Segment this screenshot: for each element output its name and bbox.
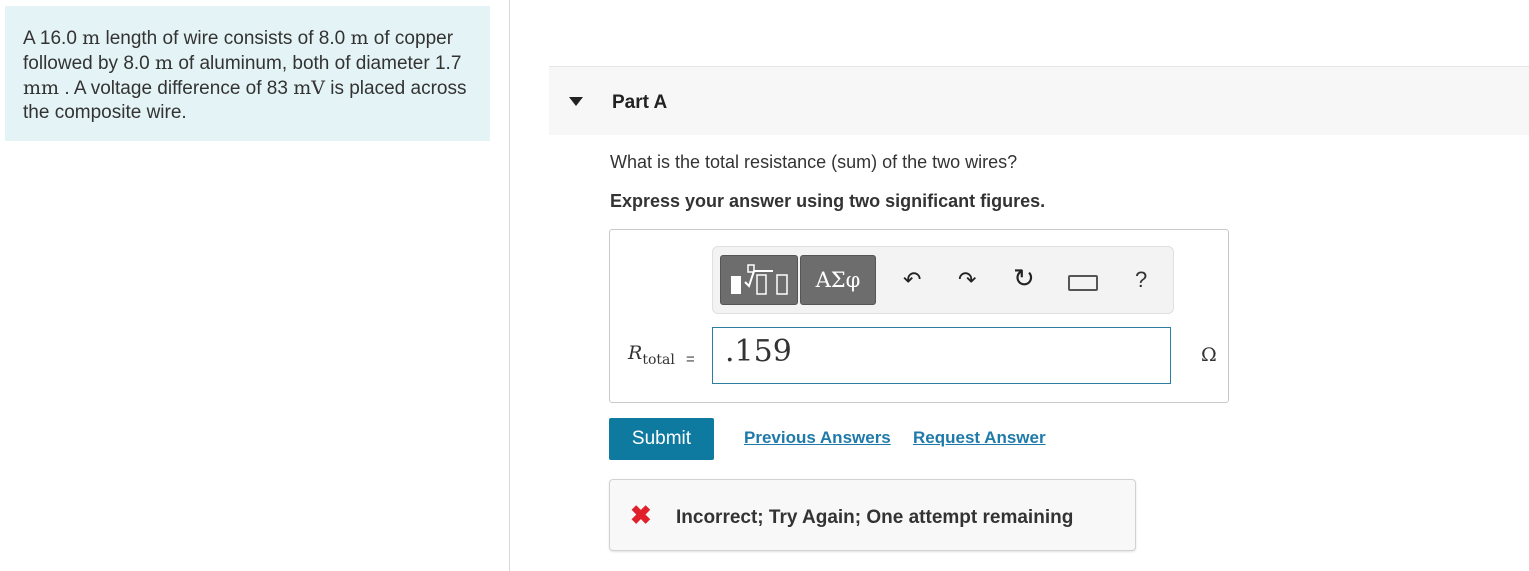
feedback-text: Incorrect; Try Again; One attempt remain… (676, 507, 1074, 528)
request-answer-link[interactable]: Request Answer (913, 428, 1046, 448)
unit-mv: mV (293, 77, 325, 99)
question-text: What is the total resistance (sum) of th… (610, 152, 1018, 172)
problem-text: of aluminum, both of diameter 1.7 (173, 53, 462, 74)
unit-m: m (155, 52, 174, 74)
incorrect-icon: ✖ (630, 500, 652, 530)
templates-button[interactable] (720, 255, 798, 305)
variable-label: Rtotal (628, 342, 675, 368)
problem-text: . A voltage difference of 83 (59, 78, 294, 99)
unit-m: m (350, 27, 369, 49)
part-a-header[interactable]: Part A (549, 66, 1529, 135)
answer-panel: ΑΣφ ↶ ↷ ↻ ? Rtotal = .159 Ω (609, 229, 1229, 403)
part-title: Part A (612, 92, 668, 113)
submit-button[interactable]: Submit (609, 418, 714, 460)
problem-text: A 16.0 (23, 28, 83, 49)
feedback-box: ✖ Incorrect; Try Again; One attempt rema… (609, 479, 1136, 551)
answer-input[interactable]: .159 (712, 327, 1171, 384)
help-icon[interactable]: ? (1135, 265, 1147, 295)
unit-mm: mm (23, 77, 60, 99)
variable-subscript: total (642, 351, 675, 368)
equals-sign: = (686, 351, 695, 368)
collapse-caret-icon[interactable] (569, 97, 583, 106)
unit-label: Ω (1201, 344, 1217, 366)
problem-text: length of wire consists of 8.0 (100, 28, 351, 49)
previous-answers-link[interactable]: Previous Answers (744, 428, 891, 448)
variable-symbol: R (628, 342, 643, 364)
symbols-button[interactable]: ΑΣφ (800, 255, 876, 305)
unit-m: m (82, 27, 101, 49)
redo-icon[interactable]: ↷ (958, 265, 976, 295)
templates-icon (731, 264, 788, 295)
reset-icon[interactable]: ↻ (1013, 263, 1035, 293)
math-toolbar: ΑΣφ ↶ ↷ ↻ ? (712, 246, 1174, 314)
instruction-text: Express your answer using two significan… (610, 191, 1046, 211)
keyboard-icon[interactable] (1068, 275, 1098, 291)
column-divider (509, 0, 510, 571)
undo-icon[interactable]: ↶ (903, 265, 921, 295)
problem-statement: A 16.0 m length of wire consists of 8.0 … (5, 6, 490, 141)
